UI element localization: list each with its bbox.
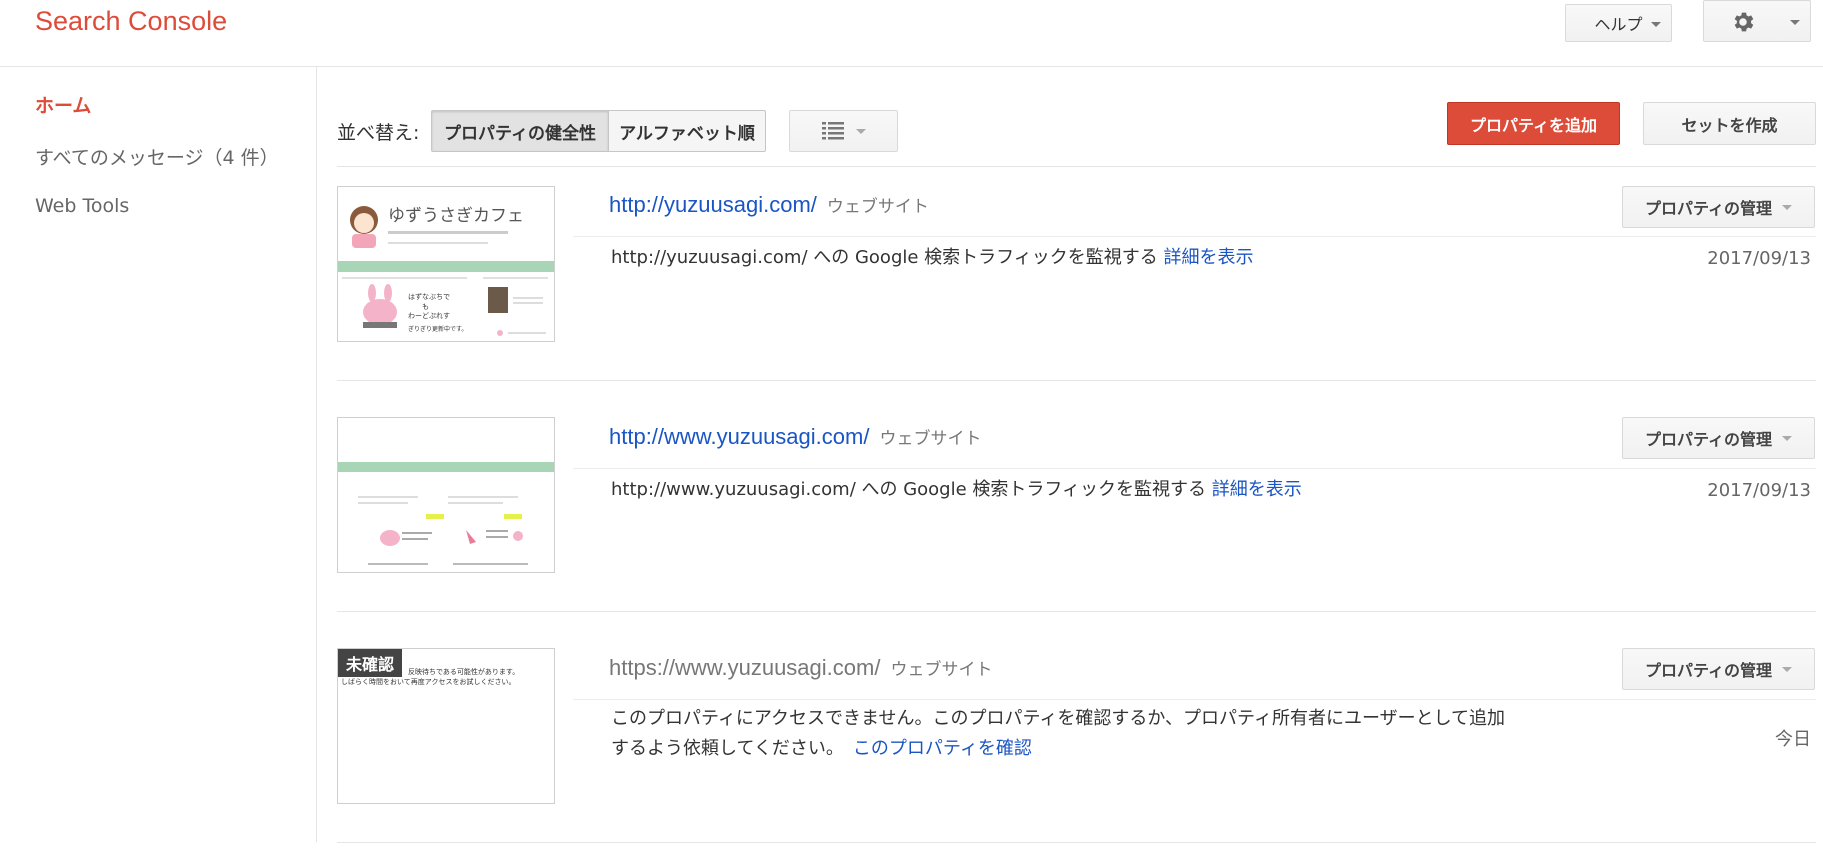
- divider: [337, 842, 1816, 843]
- property-date: 今日: [1775, 729, 1811, 750]
- property-type: ウェブサイト: [890, 660, 993, 680]
- property-description: http://yuzuusagi.com/ への Google 検索トラフィック…: [611, 243, 1254, 273]
- property-description: http://www.yuzuusagi.com/ への Google 検索トラ…: [611, 475, 1302, 505]
- manage-label: プロパティの管理: [1644, 199, 1773, 218]
- help-dropdown[interactable]: ヘルプ: [1565, 4, 1672, 42]
- thumb-line: わーどぷれす: [408, 312, 450, 320]
- manage-property-button[interactable]: プロパティの管理: [1622, 186, 1815, 228]
- property-url-link[interactable]: http://yuzuusagi.com/ウェブサイト: [609, 192, 929, 218]
- thumb-error-text-2: しばらく時間をおいて再度アクセスをお試しください。: [341, 678, 516, 686]
- chevron-down-icon: [1790, 20, 1800, 25]
- list-view-icon: [821, 122, 844, 140]
- property-type: ウェブサイト: [879, 429, 982, 449]
- app-logo[interactable]: Search Console: [35, 6, 227, 37]
- property-url[interactable]: http://www.yuzuusagi.com/: [609, 424, 869, 449]
- property-date: 2017/09/13: [1707, 248, 1811, 269]
- details-link[interactable]: 詳細を表示: [1212, 479, 1302, 500]
- sort-by-health-button[interactable]: プロパティの健全性: [431, 110, 609, 152]
- thumb-line: はずなぶちで: [408, 292, 450, 301]
- thumb-line: も: [422, 303, 429, 311]
- sort-label: 並べ替え:: [337, 122, 420, 144]
- divider: [573, 468, 1816, 469]
- help-label: ヘルプ: [1594, 15, 1643, 34]
- divider: [337, 380, 1816, 381]
- property-url-link[interactable]: https://www.yuzuusagi.com/ウェブサイト: [609, 655, 992, 681]
- gear-icon: [1734, 12, 1754, 32]
- add-property-button[interactable]: プロパティを追加: [1447, 102, 1620, 145]
- description-text: http://www.yuzuusagi.com/ への Google 検索トラ…: [611, 479, 1207, 500]
- manage-label: プロパティの管理: [1644, 661, 1773, 680]
- divider: [573, 699, 1816, 700]
- description-text: するよう依頼してください。: [611, 738, 835, 759]
- chevron-down-icon: [1782, 204, 1793, 210]
- manage-label: プロパティの管理: [1644, 430, 1773, 449]
- settings-dropdown[interactable]: [1703, 0, 1811, 42]
- property-date: 2017/09/13: [1707, 480, 1811, 501]
- manage-property-button[interactable]: プロパティの管理: [1622, 648, 1815, 690]
- unverified-badge: 未確認: [338, 649, 403, 677]
- chevron-down-icon: [1782, 435, 1793, 441]
- description-text: http://yuzuusagi.com/ への Google 検索トラフィック…: [611, 247, 1158, 268]
- divider: [573, 236, 1816, 237]
- thumbnail-image: ゆずうさぎカフェ はずなぶちで も わーどぷれす ぎりぎり更新中です。: [338, 187, 554, 341]
- details-link[interactable]: 詳細を表示: [1164, 247, 1254, 268]
- divider: [337, 611, 1816, 612]
- divider: [337, 166, 1816, 167]
- sidebar-item-home[interactable]: ホーム: [35, 91, 91, 118]
- site-thumbnail[interactable]: ゆずうさぎカフェ はずなぶちで も わーどぷれす ぎりぎり更新中です。: [337, 186, 555, 342]
- chevron-down-icon: [1651, 22, 1661, 27]
- thumb-title: ゆずうさぎカフェ: [388, 206, 524, 226]
- manage-property-button[interactable]: プロパティの管理: [1622, 417, 1815, 459]
- thumb-line: ぎりぎり更新中です。: [408, 325, 467, 333]
- thumb-error-text-1: 反映待ちである可能性があります。: [408, 668, 520, 676]
- view-mode-dropdown[interactable]: [789, 110, 898, 152]
- top-bar: Search Console ヘルプ: [0, 0, 1823, 67]
- chevron-down-icon: [1782, 666, 1793, 672]
- sort-alphabetical-button[interactable]: アルファベット順: [608, 110, 766, 152]
- property-description: このプロパティにアクセスできません。このプロパティを確認するか、プロパティ所有者…: [611, 704, 1611, 764]
- site-thumbnail[interactable]: [337, 417, 555, 573]
- verify-property-link[interactable]: このプロパティを確認: [853, 738, 1032, 759]
- thumbnail-image: [338, 418, 554, 572]
- property-type: ウェブサイト: [826, 197, 929, 217]
- property-url[interactable]: http://yuzuusagi.com/: [609, 192, 817, 217]
- property-url[interactable]: https://www.yuzuusagi.com/: [609, 655, 880, 680]
- property-url-link[interactable]: http://www.yuzuusagi.com/ウェブサイト: [609, 424, 981, 450]
- sidebar-item-messages[interactable]: すべてのメッセージ（4 件）: [35, 143, 279, 170]
- create-set-button[interactable]: セットを作成: [1643, 102, 1816, 145]
- site-thumbnail[interactable]: 未確認 反映待ちである可能性があります。 しばらく時間をおいて再度アクセスをお試…: [337, 648, 555, 804]
- chevron-down-icon: [855, 128, 866, 134]
- description-text: このプロパティにアクセスできません。このプロパティを確認するか、プロパティ所有者…: [611, 708, 1506, 729]
- sidebar: ホーム すべてのメッセージ（4 件） Web Tools: [0, 67, 317, 842]
- sidebar-item-web-tools[interactable]: Web Tools: [35, 195, 129, 217]
